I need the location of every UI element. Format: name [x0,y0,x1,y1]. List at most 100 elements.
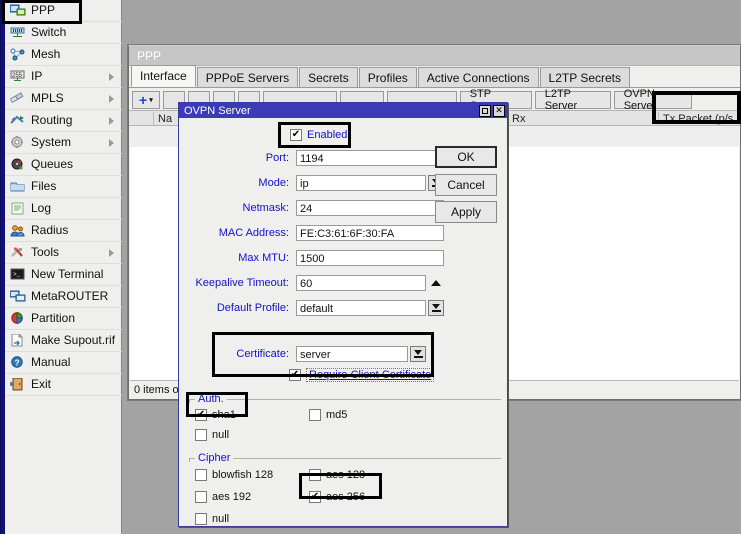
sidebar-item-label: Radius [31,223,69,237]
mac-address-row: MAC Address: FE:C3:61:6F:30:FA [201,225,451,241]
netmask-input[interactable]: 24 [296,200,444,216]
dialog-titlebar[interactable]: OVPN Server ✕ [179,103,507,118]
cipher-option-aes-192[interactable]: aes 192 [195,491,251,503]
mode-row: Mode: ip [201,175,461,191]
cipher-group: Cipher [189,452,501,518]
exit-icon [9,377,26,392]
mode-input[interactable]: ip [296,175,426,191]
item-count-label: 0 items o [134,384,179,396]
mac-address-input[interactable]: FE:C3:61:6F:30:FA [296,225,444,241]
apply-button[interactable]: Apply [435,201,497,223]
sidebar-item-manual[interactable]: ? Manual [5,352,122,374]
require-client-certificate-row[interactable]: Require Client Certificate [289,368,435,382]
md5-checkbox[interactable] [309,409,321,421]
ppp-window-titlebar[interactable]: PPP [129,46,740,66]
blowfish-128-checkbox[interactable] [195,469,207,481]
queues-icon [9,157,26,172]
sidebar-item-radius[interactable]: Radius [5,220,122,242]
enabled-checkbox[interactable] [290,129,302,141]
sidebar-item-label: System [31,135,72,149]
sidebar-item-label: Queues [31,157,74,171]
column-header-tx-packet[interactable]: Tx Packet (p/s [658,112,741,126]
cancel-button[interactable]: Cancel [435,174,497,196]
tab-pppoe-servers[interactable]: PPPoE Servers [196,67,299,87]
ovpn-server-button[interactable]: OVPN Server [613,88,692,112]
port-row: Port: 1194 [201,150,451,166]
supout-icon [9,333,26,348]
winbox-menu-panel: PPP Switch Mesh 255 IP MPLS Routing Syst… [0,0,122,534]
sidebar-item-label: Partition [31,311,76,325]
cipher-option-blowfish-128[interactable]: blowfish 128 [195,469,273,481]
auth-null-checkbox[interactable] [195,429,207,441]
terminal-icon: >_ [9,267,26,282]
sidebar-item-label: Files [31,179,57,193]
require-client-certificate-checkbox[interactable] [289,369,301,381]
column-header-rx[interactable]: Rx [507,112,658,126]
aes-192-label: aes 192 [212,491,252,503]
sidebar-item-tools[interactable]: Tools [5,242,122,264]
default-profile-input[interactable]: default [296,300,426,316]
sidebar-item-queues[interactable]: Queues [5,154,122,176]
sidebar-item-label: Manual [31,355,71,369]
tab-l2tp-secrets[interactable]: L2TP Secrets [539,67,630,87]
max-mtu-input[interactable]: 1500 [296,250,444,266]
sidebar-item-files[interactable]: Files [5,176,122,198]
keepalive-timeout-stepper[interactable] [428,275,444,291]
ip-icon: 255 [9,69,26,84]
l2tp-server-button[interactable]: L2TP Server [534,88,611,112]
keepalive-timeout-label: Keepalive Timeout: [195,277,289,289]
sidebar-item-new-terminal[interactable]: >_ New Terminal [5,264,122,286]
chevron-right-icon [109,94,114,103]
ok-button[interactable]: OK [435,146,497,168]
sidebar-item-mesh[interactable]: Mesh [5,44,122,66]
column-header-flags[interactable] [129,112,153,126]
aes-256-label: aes 256 [326,491,366,503]
sidebar-item-system[interactable]: System [5,132,122,154]
auth-option-md5[interactable]: md5 [309,409,347,421]
add-button[interactable]: + ▾ [132,91,160,109]
tab-interface[interactable]: Interface [131,65,196,87]
chevron-down-icon: ▾ [149,97,153,104]
sidebar-item-make-supout[interactable]: Make Supout.rif [5,330,122,352]
ppp-window-title: PPP [137,48,162,63]
system-icon [9,135,26,150]
cipher-option-null[interactable]: null [195,513,229,525]
max-mtu-row: Max MTU: 1500 [201,250,451,266]
sidebar-item-exit[interactable]: Exit [5,374,122,396]
sidebar-item-log[interactable]: Log [5,198,122,220]
sidebar-item-ip[interactable]: 255 IP [5,66,122,88]
sidebar-item-ppp[interactable]: PPP [5,0,122,22]
sha1-label: sha1 [212,409,236,421]
tab-active-connections[interactable]: Active Connections [417,67,539,87]
chevron-right-icon [109,138,114,147]
sidebar-item-switch[interactable]: Switch [5,22,122,44]
netmask-label: Netmask: [242,202,289,214]
maximize-icon[interactable] [479,104,491,117]
tab-label: Profiles [367,70,408,85]
auth-option-sha1[interactable]: sha1 [195,409,236,421]
cipher-option-aes-256[interactable]: aes 256 [309,491,365,503]
cipher-null-checkbox[interactable] [195,513,207,525]
port-input[interactable]: 1194 [296,150,444,166]
auth-option-null[interactable]: null [195,429,229,441]
certificate-dropdown-button[interactable] [410,346,426,362]
tab-profiles[interactable]: Profiles [358,67,417,87]
close-icon[interactable]: ✕ [493,104,505,117]
enabled-checkbox-row[interactable]: Enabled [290,129,347,141]
aes-128-checkbox[interactable] [309,469,321,481]
cipher-option-aes-128[interactable]: aes 128 [309,469,365,481]
ovpn-server-dialog: OVPN Server ✕ Enabled Port: 1194 Mode: i… [178,102,508,527]
sidebar-item-partition[interactable]: Partition [5,308,122,330]
aes-192-checkbox[interactable] [195,491,207,503]
aes-256-checkbox[interactable] [309,491,321,503]
sha1-checkbox[interactable] [195,409,207,421]
tab-secrets[interactable]: Secrets [299,67,358,87]
certificate-input[interactable]: server [296,346,408,362]
keepalive-timeout-input[interactable]: 60 [296,275,426,291]
sidebar-item-routing[interactable]: Routing [5,110,122,132]
sidebar-item-label: Mesh [31,47,61,61]
cipher-null-label: null [212,513,230,525]
sidebar-item-metarouter[interactable]: MetaROUTER [5,286,122,308]
sidebar-item-mpls[interactable]: MPLS [5,88,122,110]
default-profile-dropdown-button[interactable] [428,300,444,316]
